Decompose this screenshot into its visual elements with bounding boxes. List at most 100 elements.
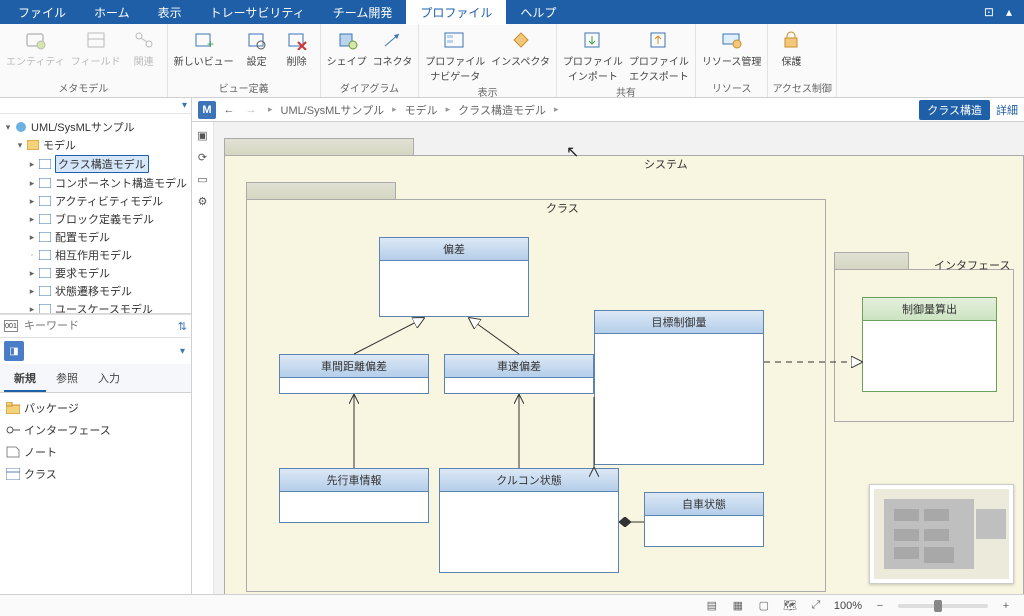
ribbon-related[interactable]: 関連 bbox=[125, 26, 163, 68]
filter-options-icon[interactable]: ⇅ bbox=[178, 320, 187, 333]
ribbon-newview[interactable]: + 新しいビュー bbox=[172, 26, 236, 68]
class-target-ctrl[interactable]: 目標制御量 bbox=[594, 310, 764, 465]
ribbon-resource-mgmt[interactable]: リソース管理 bbox=[700, 26, 764, 68]
palette-item-package[interactable]: パッケージ bbox=[6, 397, 185, 419]
nav-back-icon[interactable]: ← bbox=[220, 101, 238, 119]
view-type-pill[interactable]: クラス構造 bbox=[919, 100, 990, 120]
class-own-state[interactable]: 自車状態 bbox=[644, 492, 764, 547]
menu-home[interactable]: ホーム bbox=[80, 0, 144, 25]
canvas-area: M ← → ▸ UML/SysMLサンプル ▸ モデル ▸ クラス構造モデル ▸… bbox=[192, 98, 1024, 594]
inspector-icon bbox=[509, 28, 533, 52]
filter-mode-icon[interactable]: 001 bbox=[4, 320, 18, 332]
ribbon-delete[interactable]: 削除 bbox=[278, 26, 316, 68]
tree-item[interactable]: 配置モデル bbox=[55, 229, 110, 245]
menu-profile[interactable]: プロファイル bbox=[406, 0, 506, 25]
tool-rect-icon[interactable]: ▭ bbox=[196, 172, 210, 186]
palette-tab-input[interactable]: 入力 bbox=[88, 366, 130, 392]
zoom-label: 100% bbox=[834, 600, 862, 612]
breadcrumb-item[interactable]: モデル bbox=[405, 102, 438, 118]
tool-link-icon[interactable]: ⟳ bbox=[196, 150, 210, 164]
ribbon-entity[interactable]: エンティティ bbox=[4, 26, 67, 68]
ribbon-field[interactable]: フィールド bbox=[69, 26, 123, 68]
ribbon-profile-import[interactable]: プロファイル インポート bbox=[561, 26, 625, 83]
tree-item[interactable]: ブロック定義モデル bbox=[55, 211, 154, 227]
interface-ctrl-calc[interactable]: 制御量算出 bbox=[862, 297, 997, 392]
class-distance-deviation[interactable]: 車間距離偏差 bbox=[279, 354, 429, 394]
status-layout2-icon[interactable]: ▦ bbox=[730, 598, 746, 614]
tree-item[interactable]: アクティビティモデル bbox=[55, 193, 163, 209]
tree-item[interactable]: ユースケースモデル bbox=[55, 301, 153, 314]
zoom-slider[interactable] bbox=[898, 604, 988, 608]
palette-type-icon[interactable]: ◨ bbox=[4, 341, 24, 361]
sidebar-header: ▾ bbox=[0, 98, 191, 114]
diagram-icon bbox=[38, 266, 52, 280]
menu-help[interactable]: ヘルプ bbox=[506, 0, 570, 25]
package-system-title: システム bbox=[644, 156, 688, 172]
menu-file[interactable]: ファイル bbox=[4, 0, 80, 25]
palette-item-interface[interactable]: インターフェース bbox=[6, 419, 185, 441]
menu-traceability[interactable]: トレーサビリティ bbox=[196, 0, 319, 25]
project-icon bbox=[14, 120, 28, 134]
palette-item-note[interactable]: ノート bbox=[6, 441, 185, 463]
palette-collapse-icon[interactable]: ▾ bbox=[174, 346, 191, 357]
palette-tab-new[interactable]: 新規 bbox=[4, 366, 46, 392]
zoom-in-icon[interactable]: + bbox=[998, 598, 1014, 614]
window-message-icon[interactable]: ⊡ bbox=[984, 5, 994, 19]
tree-item[interactable]: 状態遷移モデル bbox=[55, 283, 132, 299]
tree-item[interactable]: コンポーネント構造モデル bbox=[55, 175, 187, 191]
tree-root-label[interactable]: UML/SysMLサンプル bbox=[31, 119, 135, 135]
class-speed-deviation[interactable]: 車速偏差 bbox=[444, 354, 594, 394]
ribbon-profile-nav[interactable]: プロファイル ナビゲータ bbox=[423, 26, 487, 83]
tree-item[interactable]: クラス構造モデル bbox=[55, 155, 149, 173]
class-cruise-state[interactable]: クルコン状態 bbox=[439, 468, 619, 573]
entity-icon bbox=[23, 28, 47, 52]
tree-item[interactable]: 相互作用モデル bbox=[55, 247, 132, 263]
delete-icon bbox=[285, 28, 309, 52]
diagram-icon bbox=[38, 212, 52, 226]
palette-tab-browse[interactable]: 参照 bbox=[46, 366, 88, 392]
status-minimap-icon[interactable]: 🗺 bbox=[782, 598, 798, 614]
breadcrumb-item[interactable]: UML/SysMLサンプル bbox=[281, 102, 385, 118]
model-tree[interactable]: ▾ UML/SysMLサンプル ▾ モデル ▸クラス構造モデル ▸コンポーネント… bbox=[0, 114, 191, 314]
filter-input[interactable] bbox=[22, 318, 174, 334]
status-layout3-icon[interactable]: ▢ bbox=[756, 598, 772, 614]
breadcrumb: M ← → ▸ UML/SysMLサンプル ▸ モデル ▸ クラス構造モデル ▸ bbox=[198, 101, 562, 119]
minimap[interactable] bbox=[869, 484, 1014, 584]
ribbon-settings[interactable]: 設定 bbox=[238, 26, 276, 68]
sidebar-collapse-icon[interactable]: ▾ bbox=[182, 100, 187, 111]
status-fit-icon[interactable]: ⤢ bbox=[808, 598, 824, 614]
tree-model-label[interactable]: モデル bbox=[43, 137, 76, 153]
ribbon-protection[interactable]: 保護 bbox=[772, 26, 810, 68]
class-lead-info[interactable]: 先行車情報 bbox=[279, 468, 429, 523]
menu-team-dev[interactable]: チーム開発 bbox=[319, 0, 407, 25]
ribbon-shape[interactable]: シェイプ bbox=[325, 26, 369, 68]
export-icon bbox=[647, 28, 671, 52]
related-icon bbox=[132, 28, 156, 52]
palette-item-class[interactable]: クラス bbox=[6, 463, 185, 485]
diagram-icon bbox=[38, 302, 52, 314]
status-bar: ▤ ▦ ▢ 🗺 ⤢ 100% − + bbox=[0, 594, 1024, 616]
tree-expand-icon[interactable]: ▾ bbox=[14, 140, 26, 151]
nav-forward-icon[interactable]: → bbox=[242, 101, 260, 119]
shape-icon bbox=[335, 28, 359, 52]
diagram-canvas[interactable]: システム クラス インタフェース 偏差 車間距離偏差 車速偏差 bbox=[214, 122, 1024, 594]
cursor-icon: ↖ bbox=[566, 142, 579, 162]
tree-item[interactable]: 要求モデル bbox=[55, 265, 110, 281]
canvas-tool-strip: ▣ ⟳ ▭ ⚙ bbox=[192, 122, 214, 594]
status-layout1-icon[interactable]: ▤ bbox=[704, 598, 720, 614]
tool-pointer-icon[interactable]: ▣ bbox=[196, 128, 210, 142]
ribbon-profile-export[interactable]: プロファイル エクスポート bbox=[627, 26, 691, 83]
breadcrumb-home-icon[interactable]: M bbox=[198, 101, 216, 119]
field-icon bbox=[84, 28, 108, 52]
zoom-out-icon[interactable]: − bbox=[872, 598, 888, 614]
ribbon-connector[interactable]: コネクタ bbox=[371, 26, 415, 68]
ribbon-collapse-icon[interactable]: ▴ bbox=[1006, 5, 1012, 19]
tool-gear-icon[interactable]: ⚙ bbox=[196, 194, 210, 208]
import-icon bbox=[581, 28, 605, 52]
breadcrumb-item[interactable]: クラス構造モデル bbox=[458, 102, 546, 118]
tree-expand-icon[interactable]: ▾ bbox=[2, 122, 14, 133]
menu-view[interactable]: 表示 bbox=[144, 0, 196, 25]
detail-link[interactable]: 詳細 bbox=[996, 102, 1018, 118]
class-deviation[interactable]: 偏差 bbox=[379, 237, 529, 317]
ribbon-inspector[interactable]: インスペクタ bbox=[489, 26, 552, 83]
